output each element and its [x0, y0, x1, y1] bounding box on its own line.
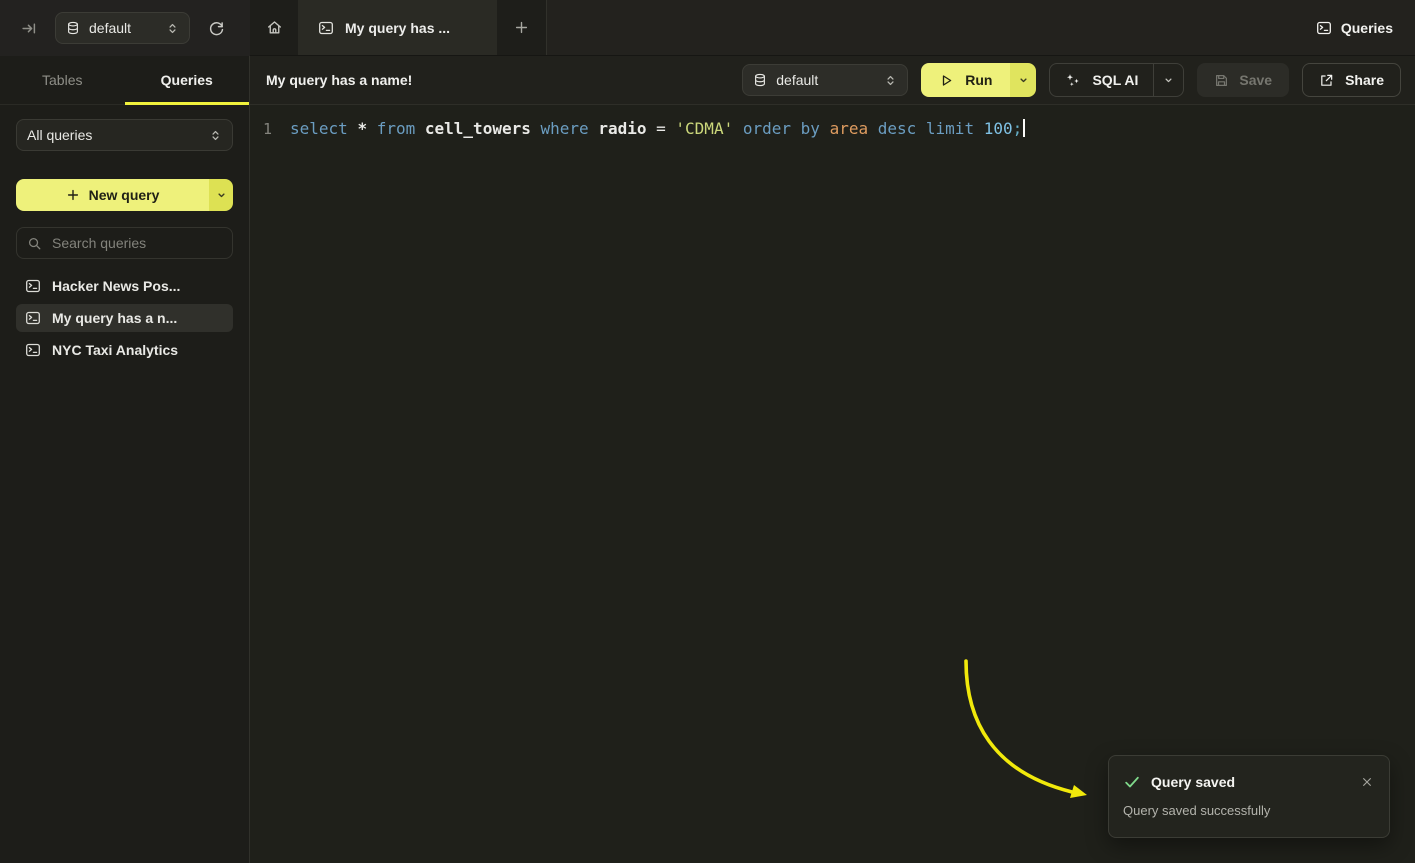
chevron-down-icon: [1018, 75, 1029, 86]
toast-query-saved: Query saved Query saved successfully: [1108, 755, 1390, 838]
tab-my-query[interactable]: My query has ...: [298, 0, 497, 55]
query-list: Hacker News Pos... My query has a n... N…: [0, 272, 249, 364]
search-icon: [27, 236, 42, 251]
tab-strip-right: Queries: [547, 0, 1415, 55]
new-query-dropdown[interactable]: [209, 179, 233, 211]
plus-icon: [514, 20, 529, 35]
sql-code: select * from cell_towers where radio = …: [290, 118, 1025, 140]
queries-panel-label: Queries: [1341, 20, 1393, 36]
chevron-up-down-icon: [884, 74, 897, 87]
query-terminal-icon: [318, 20, 334, 36]
new-tab-button[interactable]: [497, 0, 547, 55]
query-list-item[interactable]: Hacker News Pos...: [16, 272, 233, 300]
home-button[interactable]: [250, 0, 298, 55]
database-selector[interactable]: default: [55, 12, 190, 44]
new-query-label: New query: [89, 187, 160, 203]
query-title[interactable]: My query has a name!: [266, 72, 742, 88]
collapse-sidebar-button[interactable]: [16, 15, 42, 41]
tab-queries-label: Queries: [161, 72, 213, 88]
toast-title: Query saved: [1151, 774, 1235, 790]
new-query-main[interactable]: New query: [16, 179, 209, 211]
collapse-sidebar-icon: [21, 20, 38, 37]
sql-editor[interactable]: 1 select * from cell_towers where radio …: [250, 105, 1415, 863]
chevron-up-down-icon: [166, 22, 179, 35]
query-item-label: My query has a n...: [52, 310, 177, 326]
query-filter-value: All queries: [27, 127, 92, 143]
run-main[interactable]: Run: [921, 63, 1010, 97]
save-label: Save: [1239, 72, 1272, 88]
query-list-item-selected[interactable]: My query has a n...: [16, 304, 233, 332]
tab-tables[interactable]: Tables: [0, 56, 125, 104]
toast-header: Query saved: [1123, 773, 1375, 791]
sql-ai-main[interactable]: SQL AI: [1050, 64, 1153, 96]
run-dropdown[interactable]: [1010, 63, 1036, 97]
sparkles-icon: [1065, 72, 1081, 88]
query-item-label: Hacker News Pos...: [52, 278, 180, 294]
toolbar-database-selector[interactable]: default: [742, 64, 908, 96]
database-icon: [66, 21, 80, 35]
queries-panel-button[interactable]: Queries: [1316, 20, 1393, 36]
chevron-down-icon: [1163, 75, 1174, 86]
toolbar-database-value: default: [776, 72, 818, 88]
tab-strip: My query has ... Queries: [250, 0, 1415, 56]
chevron-up-down-icon: [209, 129, 222, 142]
close-icon: [1361, 776, 1373, 788]
query-terminal-icon: [25, 310, 41, 326]
tab-queries[interactable]: Queries: [125, 56, 250, 104]
toast-message: Query saved successfully: [1123, 803, 1375, 818]
sql-ai-button[interactable]: SQL AI: [1049, 63, 1184, 97]
new-query-button[interactable]: New query: [16, 179, 233, 211]
query-terminal-icon: [25, 278, 41, 294]
sidebar-tabs: Tables Queries: [0, 56, 249, 105]
chevron-down-icon: [216, 190, 227, 201]
query-terminal-icon: [25, 342, 41, 358]
database-icon: [753, 73, 767, 87]
save-button[interactable]: Save: [1197, 63, 1289, 97]
line-number: 1: [250, 118, 272, 140]
check-icon: [1123, 773, 1141, 791]
run-label: Run: [965, 72, 992, 88]
query-header: My query has a name! default Run SQL AI: [250, 56, 1415, 105]
tab-tables-label: Tables: [42, 72, 82, 88]
refresh-button[interactable]: [203, 15, 229, 41]
refresh-icon: [208, 20, 225, 37]
sql-ai-label: SQL AI: [1092, 72, 1138, 88]
toast-close-button[interactable]: [1359, 774, 1375, 790]
query-toolbar: default Run SQL AI Save: [742, 63, 1401, 97]
sidebar: Tables Queries All queries New query Hac…: [0, 56, 250, 863]
query-terminal-icon: [1316, 20, 1332, 36]
search-queries-box: [16, 227, 233, 259]
query-list-item[interactable]: NYC Taxi Analytics: [16, 336, 233, 364]
query-item-label: NYC Taxi Analytics: [52, 342, 178, 358]
home-icon: [266, 19, 283, 36]
tab-label: My query has ...: [345, 20, 450, 36]
save-icon: [1214, 73, 1229, 88]
database-selector-value: default: [89, 20, 131, 36]
plus-icon: [66, 188, 80, 202]
run-button[interactable]: Run: [921, 63, 1036, 97]
code-line: 1 select * from cell_towers where radio …: [250, 118, 1415, 140]
share-button[interactable]: Share: [1302, 63, 1401, 97]
play-icon: [939, 73, 954, 88]
query-filter-select[interactable]: All queries: [16, 119, 233, 151]
share-icon: [1319, 73, 1334, 88]
search-queries-input[interactable]: [50, 234, 222, 252]
text-cursor: [1023, 119, 1025, 137]
share-label: Share: [1345, 72, 1384, 88]
topbar-left: default: [0, 0, 250, 56]
sql-ai-dropdown[interactable]: [1153, 64, 1183, 96]
